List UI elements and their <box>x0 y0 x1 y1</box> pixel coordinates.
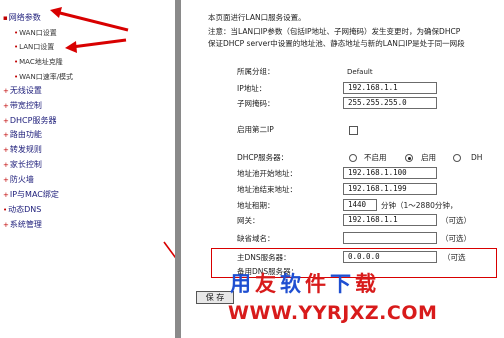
dhcp-server-label: DHCP服务器： <box>237 153 289 162</box>
sidebar-item-parental[interactable]: +家长控制 <box>3 160 42 170</box>
second-ip-label: 启用第二IP <box>237 125 274 134</box>
bullet-icon: + <box>3 221 9 229</box>
watermark-char: 软 <box>280 272 305 296</box>
bullet-icon: • <box>14 73 19 81</box>
pool-end-label: 地址池结束地址： <box>237 185 297 194</box>
watermark-char: 用 <box>230 272 255 296</box>
sidebar-item-ddns[interactable]: •动态DNS <box>3 205 41 215</box>
lease-input[interactable]: 1440 <box>343 199 377 211</box>
watermark-url: WWW.YYRJXZ.COM <box>228 302 438 324</box>
sidebar-item-firewall[interactable]: +防火墙 <box>3 175 34 185</box>
pool-end-input[interactable]: 192.168.1.199 <box>343 183 437 195</box>
annotation-arrow-icon <box>65 38 127 53</box>
sidebar-item-lan-settings[interactable]: •LAN口设置 <box>14 42 54 52</box>
bullet-icon: ▪ <box>3 14 8 22</box>
bullet-icon: • <box>14 43 19 51</box>
sidebar-item-system[interactable]: +系统管理 <box>3 220 42 230</box>
domain-input[interactable] <box>343 232 437 244</box>
subnet-mask-label: 子网掩码： <box>237 99 275 108</box>
dhcp-enable-label: 启用 <box>421 153 436 162</box>
domain-hint: （可选） <box>441 234 471 243</box>
ip-address-input[interactable]: 192.168.1.1 <box>343 82 437 94</box>
watermark-char: 件 <box>305 272 330 296</box>
bullet-icon: + <box>3 161 9 169</box>
bullet-icon: + <box>3 176 9 184</box>
domain-label: 缺省域名： <box>237 234 275 243</box>
dhcp-third-radio[interactable] <box>453 154 461 162</box>
bullet-icon: • <box>14 29 19 37</box>
pool-start-label: 地址池开始地址： <box>237 169 297 178</box>
bullet-icon: + <box>3 191 9 199</box>
bullet-icon: • <box>3 206 8 214</box>
intro-note: 注意：当LAN口IP参数（包括IP地址、子网掩码）发生变更时，为确保DHCP <box>208 27 461 36</box>
watermark-char: 下 <box>330 272 355 296</box>
sidebar-item-dhcp[interactable]: +DHCP服务器 <box>3 116 56 126</box>
pool-start-input[interactable]: 192.168.1.100 <box>343 167 437 179</box>
sidebar-item-routing[interactable]: +路由功能 <box>3 130 42 140</box>
sidebar-item-bandwidth[interactable]: +带宽控制 <box>3 101 42 111</box>
group-label: 所属分组： <box>237 67 275 76</box>
watermark-text: 用友软件下载 <box>230 271 380 297</box>
dhcp-disable-radio[interactable] <box>349 154 357 162</box>
lease-label: 地址租期： <box>237 201 275 210</box>
gateway-input[interactable]: 192.168.1.1 <box>343 214 437 226</box>
bullet-icon: + <box>3 146 9 154</box>
intro-text: 本页面进行LAN口服务设置。 <box>208 13 306 22</box>
gateway-label: 网关： <box>237 216 260 225</box>
intro-note-2: 保证DHCP server中设置的地址池、静态地址与新的LAN口IP是处于同一网… <box>208 39 465 48</box>
subnet-mask-input[interactable]: 255.255.255.0 <box>343 97 437 109</box>
annotation-arrow-icon <box>50 7 129 32</box>
bullet-icon: + <box>3 87 9 95</box>
dhcp-third-label: DH <box>471 153 483 162</box>
lease-hint: 分钟（1～2880分钟， <box>381 201 458 210</box>
watermark-char: 载 <box>355 272 380 296</box>
sidebar-item-wireless[interactable]: +无线设置 <box>3 86 42 96</box>
watermark-char: 友 <box>255 272 280 296</box>
sidebar-item-wan-rate[interactable]: •WAN口速率/模式 <box>14 72 73 82</box>
ip-label: IP地址： <box>237 84 267 93</box>
bullet-icon: + <box>3 102 9 110</box>
bullet-icon: • <box>14 58 19 66</box>
sidebar-item-forwarding[interactable]: +转发规则 <box>3 145 42 155</box>
dhcp-disable-label: 不启用 <box>364 153 387 162</box>
second-ip-checkbox[interactable] <box>349 126 358 135</box>
sidebar-item-mac-clone[interactable]: •MAC地址克隆 <box>14 57 63 67</box>
bullet-icon: + <box>3 131 9 139</box>
bullet-icon: + <box>3 117 9 125</box>
gateway-hint: （可选） <box>441 216 471 225</box>
dhcp-enable-radio[interactable] <box>405 154 413 162</box>
sidebar-item-network-params[interactable]: ▪网络参数 <box>3 13 41 23</box>
group-value: Default <box>347 68 373 76</box>
sidebar-item-ip-mac-binding[interactable]: +IP与MAC绑定 <box>3 190 59 200</box>
